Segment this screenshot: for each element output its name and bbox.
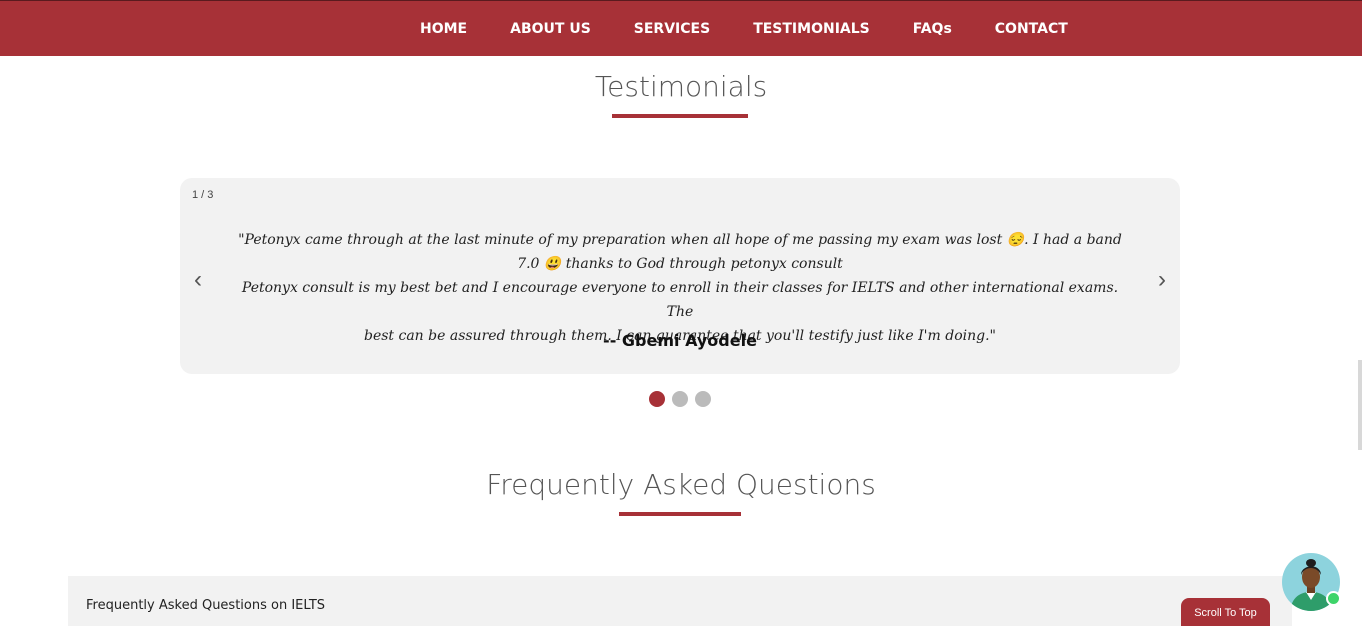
- top-navbar: HOME ABOUT US SERVICES TESTIMONIALS FAQs…: [0, 0, 1362, 56]
- slide-counter: 1 / 3: [192, 189, 214, 201]
- nav-testimonials[interactable]: TESTIMONIALS: [753, 21, 870, 37]
- testimonials-heading: Testimonials: [594, 70, 768, 103]
- nav-contact[interactable]: CONTACT: [995, 21, 1068, 37]
- testimonials-heading-underline: [612, 114, 748, 118]
- carousel-dot-1[interactable]: [649, 391, 665, 407]
- page-scrollbar[interactable]: [1358, 360, 1362, 450]
- testimonial-author: -- Gbemi Ayodele: [603, 331, 757, 350]
- chevron-left-icon[interactable]: ‹: [194, 268, 202, 292]
- quote-line: Petonyx consult is my best bet and I enc…: [241, 280, 1119, 320]
- faq-heading: Frequently Asked Questions: [486, 468, 876, 501]
- chevron-right-icon[interactable]: ›: [1158, 268, 1166, 292]
- nav-home[interactable]: HOME: [420, 21, 467, 37]
- scroll-to-top-button[interactable]: Scroll To Top: [1181, 598, 1270, 626]
- faq-heading-underline: [619, 512, 741, 516]
- carousel-dot-3[interactable]: [695, 391, 711, 407]
- online-status-icon: [1326, 591, 1341, 606]
- quote-line: "Petonyx came through at the last minute…: [238, 232, 1122, 248]
- quote-line: 7.0 😃 thanks to God through petonyx cons…: [517, 256, 843, 272]
- testimonial-quote: "Petonyx came through at the last minute…: [230, 228, 1130, 348]
- nav-faqs[interactable]: FAQs: [913, 21, 952, 37]
- carousel-dots: [649, 391, 718, 407]
- nav-about-us[interactable]: ABOUT US: [510, 21, 591, 37]
- faq-item-title: Frequently Asked Questions on IELTS: [86, 598, 326, 613]
- faq-accordion-item[interactable]: Frequently Asked Questions on IELTS: [68, 576, 1292, 626]
- nav-menu: HOME ABOUT US SERVICES TESTIMONIALS FAQs…: [420, 1, 1111, 56]
- nav-services[interactable]: SERVICES: [634, 21, 710, 37]
- testimonial-carousel: 1 / 3 ‹ "Petonyx came through at the las…: [180, 178, 1180, 374]
- carousel-dot-2[interactable]: [672, 391, 688, 407]
